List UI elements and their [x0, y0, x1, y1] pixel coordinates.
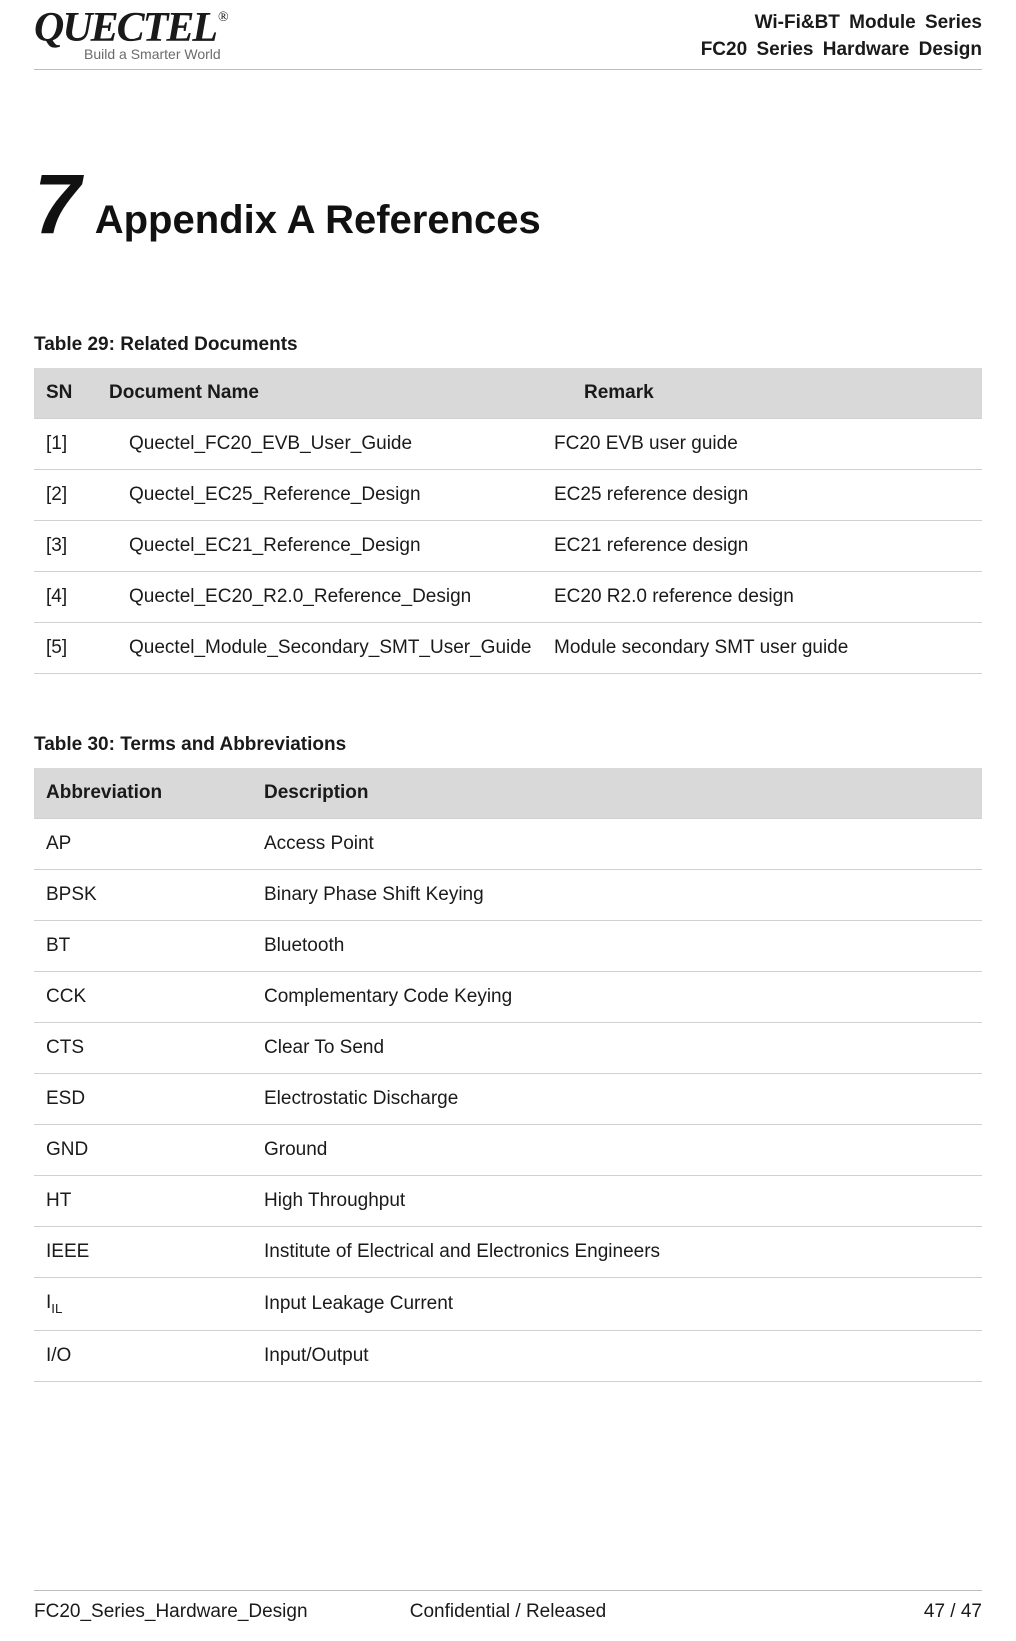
cell-name: Quectel_EC20_R2.0_Reference_Design	[109, 572, 554, 623]
table-row: HT High Throughput	[34, 1176, 982, 1227]
cell-abbr: CTS	[34, 1023, 254, 1074]
table-row: IEEE Institute of Electrical and Electro…	[34, 1227, 982, 1278]
table-row: BPSK Binary Phase Shift Keying	[34, 870, 982, 921]
cell-desc: High Throughput	[254, 1176, 982, 1227]
page-header: QUECTEL ® Build a Smarter World Wi-Fi&BT…	[34, 0, 982, 70]
cell-abbr: GND	[34, 1125, 254, 1176]
cell-desc: Input Leakage Current	[254, 1278, 982, 1331]
table-row: CTS Clear To Send	[34, 1023, 982, 1074]
chapter-heading: 7 Appendix A References	[34, 162, 982, 246]
cell-desc: Input/Output	[254, 1330, 982, 1381]
table-row: ESD Electrostatic Discharge	[34, 1074, 982, 1125]
table-row: GND Ground	[34, 1125, 982, 1176]
footer-left: FC20_Series_Hardware_Design	[34, 1601, 308, 1623]
header-line-2: FC20 Series Hardware Design	[701, 37, 982, 64]
cell-desc: Binary Phase Shift Keying	[254, 870, 982, 921]
cell-abbr: BT	[34, 921, 254, 972]
cell-name: Quectel_EC21_Reference_Design	[109, 521, 554, 572]
cell-sn: [1]	[34, 419, 109, 470]
header-right: Wi-Fi&BT Module Series FC20 Series Hardw…	[701, 10, 982, 63]
table-29: SN Document Name Remark [1] Quectel_FC20…	[34, 368, 982, 674]
cell-name: Quectel_EC25_Reference_Design	[109, 470, 554, 521]
cell-abbr: AP	[34, 819, 254, 870]
cell-name: Quectel_Module_Secondary_SMT_User_Guide	[109, 623, 554, 674]
th-desc: Description	[254, 768, 982, 819]
table-row: [4] Quectel_EC20_R2.0_Reference_Design E…	[34, 572, 982, 623]
table-29-caption: Table 29: Related Documents	[34, 334, 982, 356]
cell-abbr: HT	[34, 1176, 254, 1227]
table-row: [2] Quectel_EC25_Reference_Design EC25 r…	[34, 470, 982, 521]
cell-desc: Complementary Code Keying	[254, 972, 982, 1023]
logo-text: QUECTEL	[34, 10, 216, 48]
cell-sn: [2]	[34, 470, 109, 521]
th-sn: SN	[34, 368, 109, 419]
logo-name: QUECTEL ®	[34, 10, 227, 48]
th-remark: Remark	[554, 368, 982, 419]
table-row: [1] Quectel_FC20_EVB_User_Guide FC20 EVB…	[34, 419, 982, 470]
cell-desc: Institute of Electrical and Electronics …	[254, 1227, 982, 1278]
th-name: Document Name	[109, 368, 554, 419]
cell-remark: EC21 reference design	[554, 521, 982, 572]
table-header-row: SN Document Name Remark	[34, 368, 982, 419]
cell-desc: Bluetooth	[254, 921, 982, 972]
table-row: CCK Complementary Code Keying	[34, 972, 982, 1023]
table-row: I/O Input/Output	[34, 1330, 982, 1381]
logo-block: QUECTEL ® Build a Smarter World	[34, 10, 227, 62]
cell-abbr: BPSK	[34, 870, 254, 921]
cell-sn: [3]	[34, 521, 109, 572]
cell-name: Quectel_FC20_EVB_User_Guide	[109, 419, 554, 470]
table-row: AP Access Point	[34, 819, 982, 870]
chapter-number: 7	[34, 162, 81, 246]
logo-tagline: Build a Smarter World	[84, 46, 227, 62]
cell-desc: Electrostatic Discharge	[254, 1074, 982, 1125]
cell-remark: EC25 reference design	[554, 470, 982, 521]
table-header-row: Abbreviation Description	[34, 768, 982, 819]
cell-remark: EC20 R2.0 reference design	[554, 572, 982, 623]
table-row: [5] Quectel_Module_Secondary_SMT_User_Gu…	[34, 623, 982, 674]
cell-desc: Clear To Send	[254, 1023, 982, 1074]
cell-abbr: IEEE	[34, 1227, 254, 1278]
table-30-caption: Table 30: Terms and Abbreviations	[34, 734, 982, 756]
table-row: [3] Quectel_EC21_Reference_Design EC21 r…	[34, 521, 982, 572]
cell-sn: [5]	[34, 623, 109, 674]
cell-abbr: IIL	[34, 1278, 254, 1331]
cell-abbr: I/O	[34, 1330, 254, 1381]
cell-abbr: CCK	[34, 972, 254, 1023]
page-footer: FC20_Series_Hardware_Design Confidential…	[34, 1590, 982, 1623]
footer-right: 47 / 47	[924, 1601, 982, 1623]
cell-desc: Access Point	[254, 819, 982, 870]
table-row: BT Bluetooth	[34, 921, 982, 972]
cell-remark: Module secondary SMT user guide	[554, 623, 982, 674]
table-row: IIL Input Leakage Current	[34, 1278, 982, 1331]
table-30: Abbreviation Description AP Access Point…	[34, 768, 982, 1382]
cell-desc: Ground	[254, 1125, 982, 1176]
header-line-1: Wi-Fi&BT Module Series	[701, 10, 982, 37]
cell-remark: FC20 EVB user guide	[554, 419, 982, 470]
th-abbr: Abbreviation	[34, 768, 254, 819]
cell-sn: [4]	[34, 572, 109, 623]
cell-abbr: ESD	[34, 1074, 254, 1125]
chapter-title: Appendix A References	[95, 200, 541, 240]
registered-mark: ®	[218, 12, 227, 25]
